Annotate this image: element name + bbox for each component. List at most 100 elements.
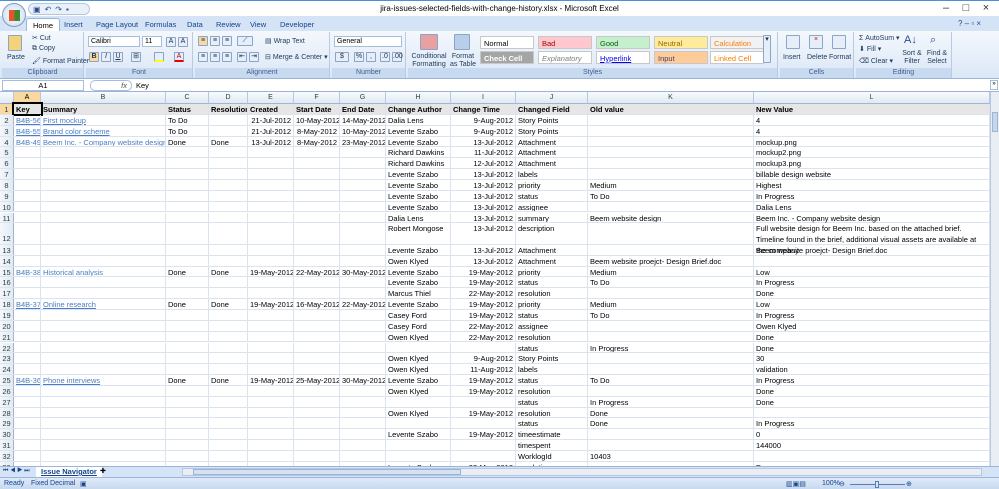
cell-j20[interactable]: assignee xyxy=(516,320,588,331)
style-good[interactable]: Good xyxy=(596,36,650,49)
horizontal-scrollbar[interactable] xyxy=(182,468,982,476)
cell-d5[interactable] xyxy=(209,147,248,158)
row-header[interactable]: 23 xyxy=(0,353,14,363)
cell-b18[interactable]: Online research xyxy=(41,299,166,309)
cell-i6[interactable]: 12-Jul-2012 xyxy=(451,158,516,169)
cell-e21[interactable] xyxy=(248,331,294,342)
cell-a13[interactable] xyxy=(14,244,41,255)
cell-f25[interactable]: 25-May-2012 xyxy=(294,375,340,385)
font-name-select[interactable]: Calibri xyxy=(88,36,140,47)
cell-b7[interactable] xyxy=(41,169,166,179)
cell-e31[interactable] xyxy=(248,440,294,450)
cell-a30[interactable] xyxy=(14,429,41,440)
cell-h18[interactable]: Levente Szabo xyxy=(386,299,451,309)
cell-g25[interactable]: 30-May-2012 xyxy=(340,375,386,385)
cell-i1[interactable]: Change Time xyxy=(451,104,516,114)
cell-e1[interactable]: Created xyxy=(248,104,294,114)
zoom-out-icon[interactable]: ⊖ xyxy=(839,480,845,488)
row-header[interactable]: 12 xyxy=(0,223,14,244)
cell-a8[interactable] xyxy=(14,179,41,190)
cell-h20[interactable]: Casey Ford xyxy=(386,320,451,331)
cell-k8[interactable]: Medium xyxy=(588,179,754,190)
cell-a12[interactable] xyxy=(14,223,41,244)
cell-k10[interactable] xyxy=(588,201,754,212)
cell-l16[interactable]: In Progress xyxy=(754,277,990,287)
cell-k6[interactable] xyxy=(588,158,754,169)
tab-review[interactable]: Review xyxy=(210,18,247,31)
cell-d31[interactable] xyxy=(209,440,248,450)
cell-f14[interactable] xyxy=(294,255,340,266)
cell-d15[interactable]: Done xyxy=(209,266,248,277)
cell-h1[interactable]: Change Author xyxy=(386,104,451,114)
row-header[interactable]: 32 xyxy=(0,451,14,461)
align-middle-icon[interactable]: ≡ xyxy=(210,36,220,46)
cell-h23[interactable]: Owen Klyed xyxy=(386,353,451,364)
cell-c32[interactable] xyxy=(166,451,209,461)
cell-d29[interactable] xyxy=(209,418,248,429)
cell-l1[interactable]: New Value xyxy=(754,104,990,114)
cell-e28[interactable] xyxy=(248,407,294,418)
cell-h4[interactable]: Levente Szabo xyxy=(386,136,451,147)
shrink-font-icon[interactable]: A xyxy=(178,37,188,47)
cell-f18[interactable]: 16-May-2012 xyxy=(294,299,340,309)
cell-l11[interactable]: Beem Inc. - Company website design xyxy=(754,212,990,223)
cell-l26[interactable]: Done xyxy=(754,385,990,396)
find-select-button[interactable]: Find & Select xyxy=(924,50,950,66)
cell-g16[interactable] xyxy=(340,277,386,288)
cell-h32[interactable] xyxy=(386,451,451,461)
cell-a27[interactable] xyxy=(14,396,41,407)
cell-e13[interactable] xyxy=(248,244,294,255)
tab-home[interactable]: Home xyxy=(26,18,61,31)
cell-h31[interactable] xyxy=(386,440,451,450)
row-header[interactable]: 14 xyxy=(0,255,14,266)
row-header[interactable]: 6 xyxy=(0,158,14,168)
help-icon[interactable]: ? – ▫ × xyxy=(958,19,981,28)
row-header[interactable]: 24 xyxy=(0,364,14,374)
cell-g23[interactable] xyxy=(340,353,386,364)
cell-l5[interactable]: mockup2.png xyxy=(754,147,990,157)
cell-c23[interactable] xyxy=(166,353,209,364)
cell-f1[interactable]: Start Date xyxy=(294,104,340,114)
cell-b6[interactable] xyxy=(41,158,166,169)
cell-j2[interactable]: Story Points xyxy=(516,114,588,125)
conditional-formatting-button[interactable]: Conditional Formatting xyxy=(410,53,448,69)
cell-c31[interactable] xyxy=(166,440,209,450)
style-neutral[interactable]: Neutral xyxy=(654,36,708,49)
cell-b11[interactable] xyxy=(41,212,166,223)
cell-l12[interactable]: Full website design for Beem Inc. based … xyxy=(754,223,990,255)
cell-j28[interactable]: resolution xyxy=(516,407,588,418)
cell-b21[interactable] xyxy=(41,331,166,342)
style-explanatory[interactable]: Explanatory ... xyxy=(538,51,592,72)
number-format-select[interactable]: General xyxy=(334,36,402,47)
cell-d11[interactable] xyxy=(209,212,248,223)
cell-l2[interactable]: 4 xyxy=(754,114,990,125)
cell-b24[interactable] xyxy=(41,364,166,375)
cell-a25[interactable]: B4B-36 xyxy=(14,375,41,385)
style-bad[interactable]: Bad xyxy=(538,36,592,49)
column-header-d[interactable]: D xyxy=(209,92,248,104)
cell-c16[interactable] xyxy=(166,277,209,288)
cell-k23[interactable] xyxy=(588,353,754,364)
cell-g3[interactable]: 10-May-2012 xyxy=(340,125,386,136)
view-buttons-icon[interactable]: ▥▣▤ xyxy=(786,480,806,488)
cell-c10[interactable] xyxy=(166,201,209,212)
tab-data[interactable]: Data xyxy=(181,18,209,31)
row-header[interactable]: 7 xyxy=(0,169,14,179)
cell-j24[interactable]: labels xyxy=(516,364,588,375)
cell-a3[interactable]: B4B-55 xyxy=(14,125,41,136)
cell-j31[interactable]: timespent xyxy=(516,440,588,450)
tab-page-layout[interactable]: Page Layout xyxy=(90,18,144,31)
cell-l28[interactable] xyxy=(754,407,990,418)
row-header[interactable]: 17 xyxy=(0,288,14,298)
cell-c2[interactable]: To Do xyxy=(166,114,209,125)
formula-input[interactable]: Key xyxy=(136,80,149,91)
cell-j19[interactable]: status xyxy=(516,309,588,320)
cell-k31[interactable] xyxy=(588,440,754,450)
cell-j8[interactable]: priority xyxy=(516,179,588,190)
cell-b23[interactable] xyxy=(41,353,166,364)
cell-c30[interactable] xyxy=(166,429,209,440)
cell-g20[interactable] xyxy=(340,320,386,331)
row-header[interactable]: 11 xyxy=(0,212,14,223)
cell-g30[interactable] xyxy=(340,429,386,440)
cell-d4[interactable]: Done xyxy=(209,136,248,147)
